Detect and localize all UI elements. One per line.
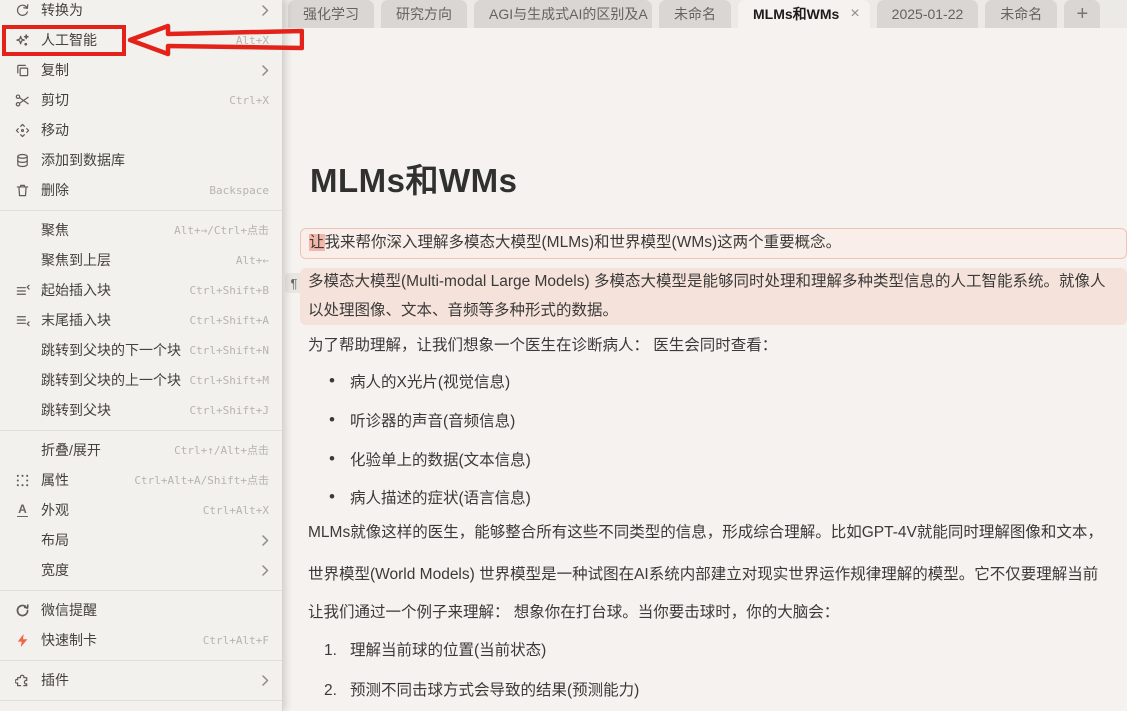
- tab-label: MLMs和WMs: [753, 4, 839, 24]
- chevron-right-icon: [262, 5, 269, 16]
- tab-research-direction[interactable]: 研究方向: [381, 0, 467, 28]
- menu-item-copy[interactable]: 复制: [0, 55, 282, 85]
- menu-item-jump-parent[interactable]: 跳转到父块 Ctrl+Shift+J: [0, 395, 282, 425]
- trash-icon: [14, 182, 31, 199]
- copy-icon: [14, 62, 31, 79]
- paragraph-wm-definition[interactable]: 世界模型(World Models) 世界模型是一种试图在AI系统内部建立对现实…: [300, 565, 1127, 585]
- wechat-reminder-icon: [14, 602, 31, 619]
- page-title[interactable]: MLMs和WMs: [310, 154, 517, 202]
- tab-2025-01-22[interactable]: 2025-01-22: [877, 0, 979, 28]
- scissors-icon: [14, 92, 31, 109]
- menu-item-attributes[interactable]: 属性 Ctrl+Alt+A/Shift+点击: [0, 465, 282, 495]
- menu-item-appearance[interactable]: A 外观 Ctrl+Alt+X: [0, 495, 282, 525]
- menu-item-width[interactable]: 宽度: [0, 555, 282, 585]
- tab-untitled-2[interactable]: 未命名: [985, 0, 1057, 28]
- paragraph-doctor-intro[interactable]: 为了帮助理解，让我们想象一个医生在诊断病人： 医生会同时查看：: [300, 336, 1127, 356]
- paragraph-mlm-definition[interactable]: 多模态大模型(Multi-modal Large Models) 多模态大模型是…: [300, 268, 1127, 325]
- close-icon[interactable]: ×: [850, 6, 859, 22]
- menu-item-add-to-database[interactable]: 添加到数据库: [0, 145, 282, 175]
- chevron-right-icon: [262, 535, 269, 546]
- menu-item-jump-parent-prev[interactable]: 跳转到父块的上一个块 Ctrl+Shift+M: [0, 365, 282, 395]
- context-menu: 转换为 人工智能 Alt+X 复制 剪切 Ctrl+X: [0, 0, 283, 711]
- bullet-icon: •: [329, 449, 335, 469]
- menu-divider: [0, 430, 282, 431]
- annotation-red-box: [2, 25, 126, 56]
- insert-block-end-icon: [14, 312, 31, 329]
- paragraph-selected-intro[interactable]: 让我来帮你深入理解多模态大模型(MLMs)和世界模型(WMs)这两个重要概念。: [300, 228, 1127, 259]
- database-icon: [14, 152, 31, 169]
- chevron-right-icon: [262, 65, 269, 76]
- menu-item-quick-flashcard[interactable]: 快速制卡 Ctrl+Alt+F: [0, 625, 282, 655]
- chevron-right-icon: [262, 675, 269, 686]
- convert-icon: [14, 2, 31, 19]
- selected-char: 让: [309, 234, 325, 251]
- lightning-icon: [14, 632, 31, 649]
- bullet-icon: •: [329, 410, 335, 430]
- annotation-red-arrow-icon: [127, 22, 304, 58]
- appearance-icon: A: [14, 502, 31, 519]
- menu-item-insert-block-start[interactable]: 起始插入块 Ctrl+Shift+B: [0, 275, 282, 305]
- new-tab-button[interactable]: +: [1064, 0, 1100, 28]
- menu-item-wechat-reminder[interactable]: 微信提醒: [0, 595, 282, 625]
- updated-timestamp: 更新于 2025-01-22 15:52:56: [0, 705, 282, 711]
- paragraph-mlm-summary[interactable]: MLMs就像这样的医生，能够整合所有这些不同类型的信息，形成综合理解。比如GPT…: [300, 523, 1127, 543]
- tab-agi-vs-genai[interactable]: AGI与生成式AI的区别及A: [474, 0, 652, 28]
- plugin-icon: [14, 672, 31, 689]
- menu-item-plugins[interactable]: 插件: [0, 665, 282, 695]
- tab-mlms-wms[interactable]: MLMs和WMs ×: [738, 0, 870, 28]
- move-icon: [14, 122, 31, 139]
- menu-divider: [0, 210, 282, 211]
- attributes-dots-icon: [14, 472, 31, 489]
- paragraph-billiards-intro[interactable]: 让我们通过一个例子来理解： 想象你在打台球。当你要击球时，你的大脑会：: [300, 603, 1127, 623]
- menu-item-fold-unfold[interactable]: 折叠/展开 Ctrl+↑/Alt+点击: [0, 435, 282, 465]
- menu-item-insert-block-end[interactable]: 末尾插入块 Ctrl+Shift+A: [0, 305, 282, 335]
- menu-item-delete[interactable]: 删除 Backspace: [0, 175, 282, 205]
- insert-block-start-icon: [14, 282, 31, 299]
- menu-item-cut[interactable]: 剪切 Ctrl+X: [0, 85, 282, 115]
- menu-item-focus[interactable]: 聚焦 Alt+→/Ctrl+点击: [0, 215, 282, 245]
- menu-divider: [0, 660, 282, 661]
- bullet-icon: •: [329, 371, 335, 391]
- tab-untitled-1[interactable]: 未命名: [659, 0, 731, 28]
- menu-divider: [0, 590, 282, 591]
- chevron-right-icon: [262, 565, 269, 576]
- menu-item-layout[interactable]: 布局: [0, 525, 282, 555]
- menu-item-move[interactable]: 移动: [0, 115, 282, 145]
- menu-divider: [0, 700, 282, 701]
- menu-item-focus-parent[interactable]: 聚焦到上层 Alt+←: [0, 245, 282, 275]
- menu-item-jump-parent-next[interactable]: 跳转到父块的下一个块 Ctrl+Shift+N: [0, 335, 282, 365]
- bullet-icon: •: [329, 487, 335, 507]
